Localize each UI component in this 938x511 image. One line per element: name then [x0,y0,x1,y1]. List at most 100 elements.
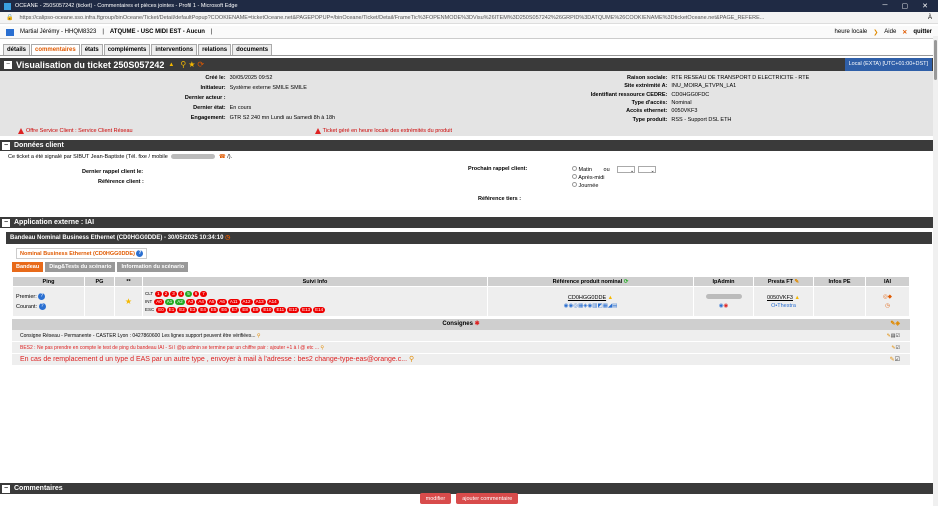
status-pill[interactable]: A13 [253,298,266,305]
search-icon[interactable]: ⚲ [320,345,324,351]
status-pill[interactable]: E8 [240,306,250,313]
scrollbar[interactable] [933,36,938,506]
status-pill[interactable]: E10 [261,306,274,313]
status-pill[interactable]: 2 [162,290,170,297]
ajouter-commentaire-button[interactable]: ajouter commentaire [456,493,519,504]
edit-icons[interactable]: ✎◈ [890,319,900,330]
tab-etats[interactable]: états [80,44,103,55]
search-icon[interactable]: ⚲ [257,333,261,339]
presta-link[interactable]: 0050VKF3 [767,295,793,301]
tab-details[interactable]: détails [3,44,31,55]
ip-icons[interactable]: ◉◉ [694,302,753,310]
status-pill[interactable]: E5 [208,306,219,313]
minute-select[interactable]: ⌄ [637,166,656,174]
tab-relations[interactable]: relations [198,44,232,55]
row-actions[interactable]: ✎☑ [890,354,900,365]
col-stars: ** [114,276,143,287]
status-pill[interactable]: A5 [206,298,217,305]
status-pill[interactable]: A12 [240,298,253,305]
status-pill[interactable]: E2 [177,306,187,313]
help-icon: ❯ [873,29,879,36]
tab-documents[interactable]: documents [232,44,273,55]
status-pill[interactable]: E1 [166,306,177,313]
radio-journee[interactable] [572,182,577,187]
status-pill[interactable]: 6 [192,290,200,297]
info-icon[interactable]: ? [38,292,46,300]
status-pill[interactable]: A0 [154,298,164,305]
tab-complements[interactable]: compléments [103,44,151,55]
status-pill[interactable]: 1 [155,290,162,297]
close-button[interactable]: ✕ [922,2,928,10]
status-pill[interactable]: A4 [196,298,206,305]
url-field[interactable]: https://calipso-oceane.sso.infra.ftgroup… [19,15,922,21]
search-icon[interactable]: ⚲ [409,356,414,363]
local-time-link[interactable]: heure locale [835,29,868,35]
info-value: GTR S2 240 mn Lundi au Samedi 8h à 18h [229,115,336,121]
warning-icon [314,128,321,134]
subtab-bandeau[interactable]: Bandeau [12,262,44,272]
status-pill[interactable]: 3 [170,290,177,297]
status-pill[interactable]: A11 [227,298,240,305]
presta-thestra[interactable]: O•Thestra [754,302,813,310]
status-pill[interactable]: E9 [250,306,261,313]
status-pill[interactable]: E11 [274,306,287,313]
status-pill[interactable]: A1 [164,298,175,305]
edit-icon[interactable]: ✎ [795,279,800,285]
status-pill[interactable]: A6 [217,298,227,305]
status-pill[interactable]: 7 [200,290,207,297]
status-pill[interactable]: 5 [185,290,192,297]
row-actions[interactable]: ✎☑ [891,342,900,353]
clock-icon[interactable]: ◷ [866,302,909,311]
separator: | [102,29,104,35]
section-application-externe[interactable]: − Application externe : IAI [0,217,938,228]
status-pill[interactable]: E13 [300,306,313,313]
info-icon[interactable]: ? [136,250,144,257]
prochain-rappel-label: Prochain rappel client: [468,166,528,172]
hour-select[interactable]: ⌄ [617,166,636,174]
ref-nominal-link[interactable]: CD0HGG0DDE [568,295,606,301]
collapse-icon[interactable]: − [4,60,12,69]
maximize-button[interactable]: ▢ [902,2,909,10]
minimize-button[interactable]: ─ [883,2,888,10]
row-actions[interactable]: ✎▤☑ [887,330,900,341]
collapse-icon[interactable]: − [2,484,10,493]
status-pill[interactable]: E12 [287,306,300,313]
refresh-icon[interactable]: ⟳ [624,279,629,285]
status-pill[interactable]: E0 [156,306,166,313]
tool-icons[interactable]: ◉◉◎▦◈◉▥◩▦◢▤ [488,302,693,310]
search-icon[interactable]: ⚲ [180,60,186,69]
tab-commentaires[interactable]: commentaires [31,44,80,55]
modifier-button[interactable]: modifier [419,493,452,504]
info-icon[interactable]: ? [38,302,46,310]
tab-interventions[interactable]: interventions [151,44,198,55]
read-aloud-icon[interactable]: À [928,15,932,21]
iai-icons[interactable]: ◎◆ [866,293,909,302]
time-warning: Ticket géré en heure locale des extrémit… [322,128,453,134]
section-donnees-client[interactable]: − Données client [0,140,938,151]
refresh-icon[interactable]: ⟳ [197,60,204,69]
collapse-icon[interactable]: − [2,218,10,227]
star-icon[interactable]: ★ [188,60,195,69]
status-pill[interactable]: A2 [175,298,185,305]
phone-icon[interactable]: ☎ [219,154,226,160]
action-bar: modifier ajouter commentaire [0,493,938,509]
quit-link[interactable]: quitter [913,29,932,35]
status-pill[interactable]: E4 [198,306,208,313]
status-pill[interactable]: A3 [185,298,196,305]
scroll-thumb[interactable] [934,40,937,80]
subtab-info[interactable]: Information du scénario [117,262,189,272]
nominal-tab[interactable]: Nominal Business Ethernet (CD0HGG0DDE) ? [16,248,148,259]
collapse-icon[interactable]: − [2,141,10,150]
status-pill[interactable]: E7 [229,306,240,313]
status-pill[interactable]: E3 [187,306,198,313]
status-pill[interactable]: 4 [177,290,185,297]
ping-cell: Premier: ? Courant: ? [12,286,85,317]
radio-apres-midi[interactable] [572,174,577,179]
status-pill[interactable]: A14 [266,298,279,305]
subtab-diag[interactable]: Diag&Tests du scénario [45,262,116,272]
status-pill[interactable]: E6 [219,306,229,313]
help-link[interactable]: Aide [884,29,896,35]
signal-end: /). [227,154,233,160]
radio-matin[interactable] [572,166,577,171]
status-pill[interactable]: E14 [313,306,326,313]
